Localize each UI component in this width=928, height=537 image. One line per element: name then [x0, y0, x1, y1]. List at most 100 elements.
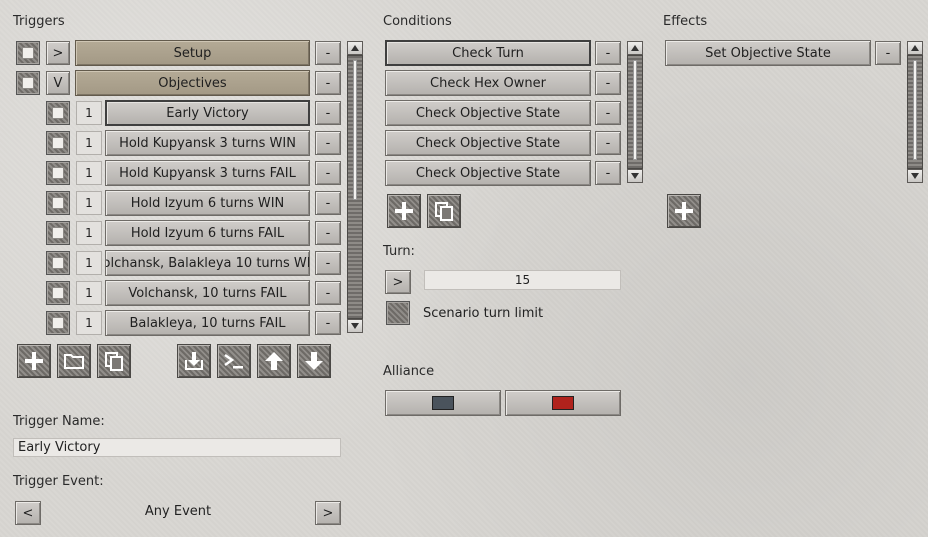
trigger-item[interactable]: Volchansk, Balakleya 10 turns WIN — [105, 250, 310, 276]
plus-icon — [25, 352, 43, 370]
arrow-up-icon — [265, 352, 283, 370]
remove-button-objectives[interactable]: - — [315, 71, 341, 95]
remove-condition-button[interactable]: - — [595, 161, 621, 185]
alliance-red-swatch — [552, 396, 574, 410]
scroll-down-arrow[interactable] — [907, 169, 923, 183]
expand-toggle-setup[interactable]: > — [46, 41, 70, 65]
trigger-count: 1 — [76, 161, 102, 185]
copy-icon — [105, 352, 123, 371]
condition-item[interactable]: Check Turn — [385, 40, 591, 66]
remove-condition-button[interactable]: - — [595, 71, 621, 95]
trigger-event-prev-button[interactable]: < — [15, 501, 41, 525]
scroll-thumb[interactable] — [913, 60, 917, 160]
trigger-checkbox[interactable] — [46, 101, 70, 125]
move-down-button[interactable] — [297, 344, 331, 378]
scroll-thumb[interactable] — [633, 60, 637, 160]
condition-item[interactable]: Check Objective State — [385, 100, 591, 126]
alliance-blue-swatch — [432, 396, 454, 410]
scroll-track[interactable] — [627, 55, 643, 169]
remove-condition-button[interactable]: - — [595, 41, 621, 65]
trigger-count: 1 — [76, 101, 102, 125]
remove-trigger-button[interactable]: - — [315, 221, 341, 245]
scenario-turn-limit-label: Scenario turn limit — [423, 306, 544, 321]
scroll-track[interactable] — [907, 55, 923, 169]
trigger-item[interactable]: Volchansk, 10 turns FAIL — [105, 280, 310, 306]
trigger-checkbox[interactable] — [46, 131, 70, 155]
trigger-item[interactable]: Hold Kupyansk 3 turns WIN — [105, 130, 310, 156]
effects-scrollbar[interactable] — [907, 41, 923, 183]
console-button[interactable] — [217, 344, 251, 378]
scroll-down-arrow[interactable] — [347, 319, 363, 333]
trigger-item[interactable]: Hold Izyum 6 turns WIN — [105, 190, 310, 216]
trigger-item[interactable]: Balakleya, 10 turns FAIL — [105, 310, 310, 336]
trigger-checkbox[interactable] — [46, 191, 70, 215]
effects-title: Effects — [663, 14, 708, 29]
trigger-checkbox[interactable] — [46, 161, 70, 185]
trigger-checkbox[interactable] — [46, 281, 70, 305]
remove-trigger-button[interactable]: - — [315, 101, 341, 125]
trigger-group-objectives[interactable]: Objectives — [75, 70, 310, 96]
alliance-red-button[interactable] — [505, 390, 621, 416]
trigger-item[interactable]: Hold Kupyansk 3 turns FAIL — [105, 160, 310, 186]
trigger-count: 1 — [76, 131, 102, 155]
group-checkbox-objectives[interactable] — [16, 71, 40, 95]
turn-operator-toggle[interactable]: > — [385, 270, 411, 294]
remove-trigger-button[interactable]: - — [315, 251, 341, 275]
trigger-count: 1 — [76, 311, 102, 335]
trigger-event-next-button[interactable]: > — [315, 501, 341, 525]
condition-item[interactable]: Check Objective State — [385, 160, 591, 186]
remove-condition-button[interactable]: - — [595, 101, 621, 125]
add-condition-button[interactable] — [387, 194, 421, 228]
trigger-item[interactable]: Hold Izyum 6 turns FAIL — [105, 220, 310, 246]
remove-trigger-button[interactable]: - — [315, 131, 341, 155]
add-group-button[interactable] — [57, 344, 91, 378]
triggers-scrollbar[interactable] — [347, 41, 363, 333]
scroll-track[interactable] — [347, 55, 363, 319]
trigger-count: 1 — [76, 221, 102, 245]
trigger-item[interactable]: Early Victory — [105, 100, 310, 126]
condition-item[interactable]: Check Objective State — [385, 130, 591, 156]
remove-trigger-button[interactable]: - — [315, 281, 341, 305]
copy-condition-button[interactable] — [427, 194, 461, 228]
copy-icon — [435, 202, 453, 221]
scroll-down-arrow[interactable] — [627, 169, 643, 183]
trigger-event-label: Trigger Event: — [13, 474, 104, 489]
condition-item[interactable]: Check Hex Owner — [385, 70, 591, 96]
trigger-count: 1 — [76, 251, 102, 275]
turn-label: Turn: — [383, 244, 415, 259]
trigger-checkbox[interactable] — [46, 311, 70, 335]
add-trigger-button[interactable] — [17, 344, 51, 378]
trigger-group-setup[interactable]: Setup — [75, 40, 310, 66]
conditions-scrollbar[interactable] — [627, 41, 643, 183]
remove-button-setup[interactable]: - — [315, 41, 341, 65]
scroll-up-arrow[interactable] — [347, 41, 363, 55]
import-button[interactable] — [177, 344, 211, 378]
chevron-up-icon — [911, 45, 919, 51]
copy-trigger-button[interactable] — [97, 344, 131, 378]
trigger-checkbox[interactable] — [46, 221, 70, 245]
turn-value-input[interactable]: 15 — [424, 270, 621, 290]
remove-effect-button[interactable]: - — [875, 41, 901, 65]
scroll-up-arrow[interactable] — [907, 41, 923, 55]
move-up-button[interactable] — [257, 344, 291, 378]
remove-trigger-button[interactable]: - — [315, 191, 341, 215]
trigger-checkbox[interactable] — [46, 251, 70, 275]
trigger-count: 1 — [76, 281, 102, 305]
trigger-name-input[interactable]: Early Victory — [13, 438, 341, 457]
chevron-up-icon — [631, 45, 639, 51]
effect-item[interactable]: Set Objective State — [665, 40, 871, 66]
import-icon — [185, 352, 203, 370]
add-effect-button[interactable] — [667, 194, 701, 228]
conditions-title: Conditions — [383, 14, 452, 29]
alliance-blue-button[interactable] — [385, 390, 501, 416]
remove-condition-button[interactable]: - — [595, 131, 621, 155]
triggers-title: Triggers — [13, 14, 65, 29]
scenario-turn-limit-checkbox[interactable] — [386, 301, 410, 325]
scroll-up-arrow[interactable] — [627, 41, 643, 55]
scroll-thumb[interactable] — [353, 60, 357, 200]
remove-trigger-button[interactable]: - — [315, 311, 341, 335]
console-icon — [224, 353, 243, 369]
expand-toggle-objectives[interactable]: V — [46, 71, 70, 95]
remove-trigger-button[interactable]: - — [315, 161, 341, 185]
alliance-label: Alliance — [383, 364, 435, 379]
